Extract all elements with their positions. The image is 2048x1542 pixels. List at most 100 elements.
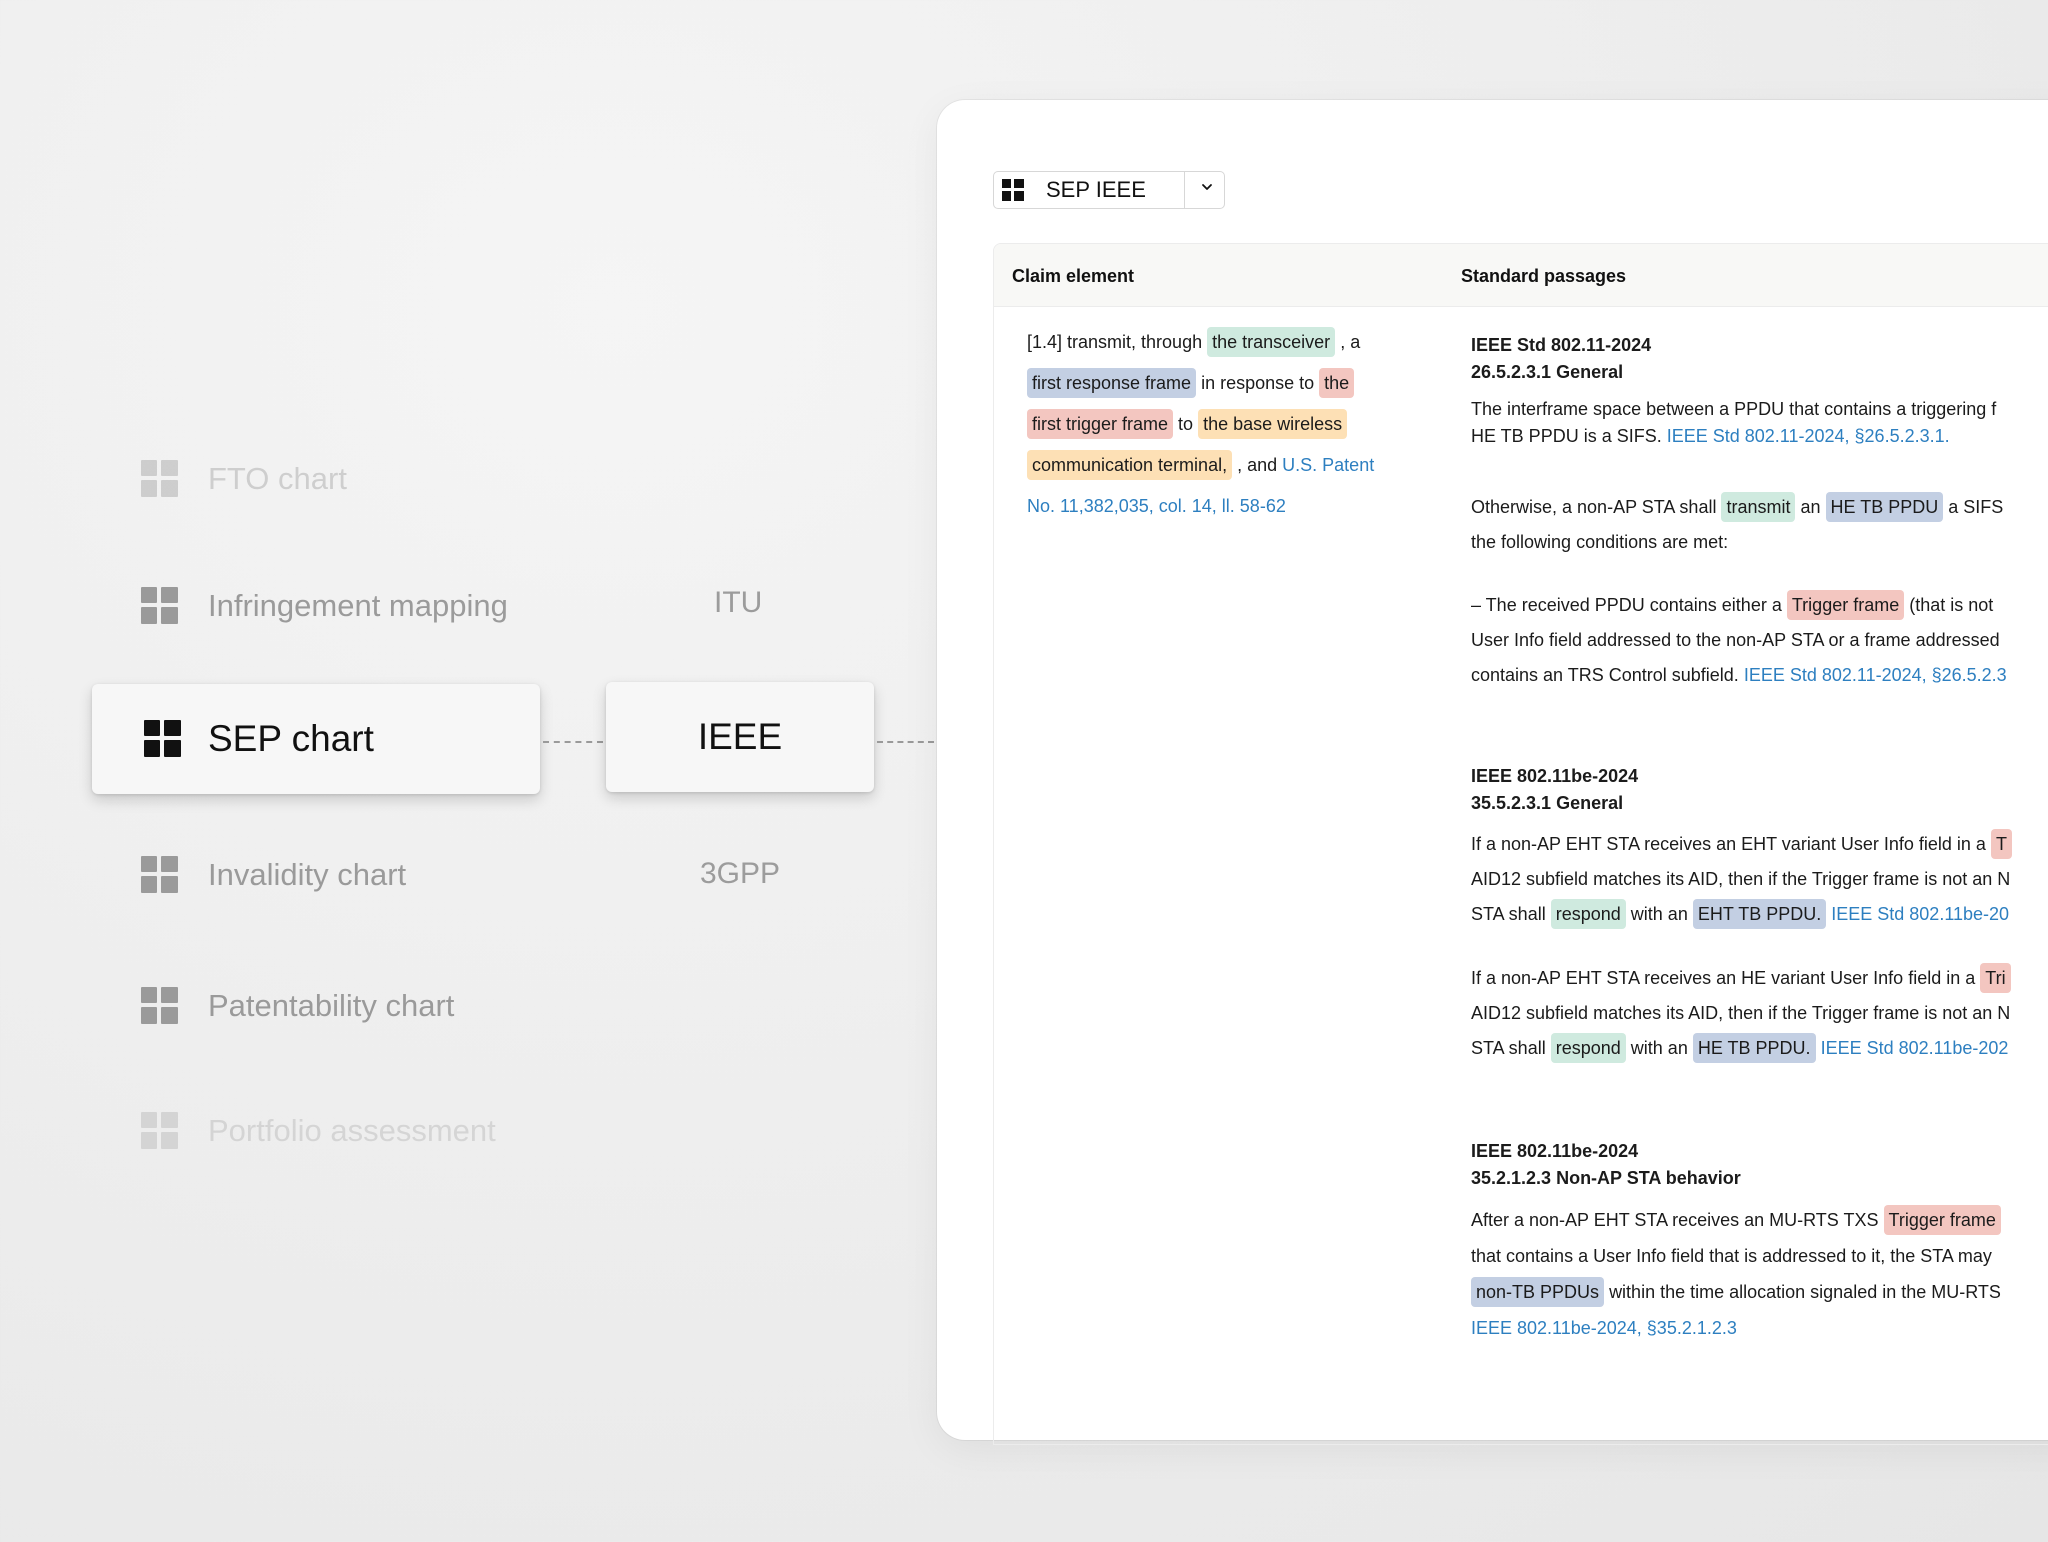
section-title: IEEE 802.11be-2024 <box>1471 766 1639 786</box>
column-header-standard: Standard passages <box>1461 266 1627 286</box>
select-value: SEP IEEE <box>1046 177 1146 202</box>
highlight-term[interactable]: T <box>1990 829 2012 859</box>
citation-link[interactable]: IEEE Std 802.11-2024, §26.5.2.3.1. <box>1667 426 1950 446</box>
section-subtitle: 35.5.2.3.1 General <box>1471 793 1624 813</box>
passage-text: HE TB PPDU is a SIFS. <box>1471 426 1662 446</box>
passage-paragraph: The interframe space between a PPDU that… <box>1471 396 1996 450</box>
standard-section: IEEE 802.11be-2024 35.2.1.2.3 Non-AP STA… <box>1471 1138 1741 1192</box>
connector-line <box>543 741 603 743</box>
highlight-term[interactable]: Trigger frame <box>1883 1205 2001 1235</box>
highlight-term[interactable]: respond <box>1550 1033 1626 1063</box>
passage-text: AID12 subfield matches its AID, then if … <box>1471 1003 2011 1023</box>
passage-paragraph: If a non-AP EHT STA receives an EHT vari… <box>1471 827 2012 932</box>
chart-panel: SEP IEEE Claim element Standard passages… <box>937 100 2048 1445</box>
passage-text: – The received PPDU contains either a <box>1471 595 1782 615</box>
passage-text: a SIFS <box>1948 497 2004 517</box>
passage-text: If a non-AP EHT STA receives an HE varia… <box>1471 968 1976 988</box>
highlight-term[interactable]: Trigger frame <box>1786 590 1905 620</box>
passage-text: with an <box>1630 1038 1688 1058</box>
menu-item-label: Infringement mapping <box>208 587 508 623</box>
highlight-term[interactable]: non-TB PPDUs <box>1471 1277 1605 1307</box>
standard-label: IEEE <box>697 716 783 757</box>
passage-text: Otherwise, a non-AP STA shall <box>1471 497 1717 517</box>
passage-paragraph: – The received PPDU contains either a Tr… <box>1471 588 2007 693</box>
passage-text: AID12 subfield matches its AID, then if … <box>1471 869 2011 889</box>
highlight-term[interactable]: EHT TB PPDU. <box>1692 899 1827 929</box>
standard-itu[interactable]: ITU <box>714 586 762 620</box>
grid-icon <box>141 587 178 624</box>
citation-link[interactable]: No. 11,382,035, col. 14, ll. 58-62 <box>1027 496 1286 516</box>
passage-text: with an <box>1630 904 1688 924</box>
section-title: IEEE 802.11be-2024 <box>1471 1141 1639 1161</box>
menu-item-label: Patentability chart <box>208 987 455 1023</box>
citation-link[interactable]: IEEE Std 802.11be-20 <box>1831 904 2009 924</box>
highlight-term[interactable]: the <box>1319 368 1355 398</box>
chevron-down-icon[interactable] <box>1200 180 1214 194</box>
passage-text: an <box>1800 497 1821 517</box>
menu-item-sep-chart[interactable]: SEP chart <box>92 684 540 794</box>
passage-text: contains an TRS Control subfield. <box>1471 665 1739 685</box>
highlight-term[interactable]: respond <box>1550 899 1626 929</box>
menu-item-invalidity-chart[interactable]: Invalidity chart <box>141 856 406 893</box>
select-divider <box>1184 172 1185 208</box>
passage-text: If a non-AP EHT STA receives an EHT vari… <box>1471 834 1986 854</box>
menu-item-portfolio-assessment[interactable]: Portfolio assessment <box>141 1112 496 1149</box>
menu-item-patentability-chart[interactable]: Patentability chart <box>141 987 454 1024</box>
section-subtitle: 26.5.2.3.1 General <box>1471 362 1624 382</box>
claim-text: , and <box>1237 455 1278 475</box>
standard-ieee[interactable]: IEEE <box>606 682 874 792</box>
grid-icon <box>141 856 178 893</box>
passage-text: The interframe space between a PPDU that… <box>1471 399 1997 419</box>
passage-text: within the time allocation signaled in t… <box>1609 1282 2001 1302</box>
highlight-term[interactable]: communication terminal, <box>1027 450 1233 480</box>
grid-icon <box>141 987 178 1024</box>
menu-item-label: FTO chart <box>208 460 347 496</box>
claim-chart-table: Claim element Standard passages [1.4] tr… <box>993 243 2048 1445</box>
citation-link[interactable]: IEEE Std 802.11-2024, §26.5.2.3 <box>1744 665 2007 685</box>
passage-text: the following conditions are met: <box>1471 532 1729 552</box>
highlight-term[interactable]: the base wireless <box>1198 409 1348 439</box>
highlight-term[interactable]: first response frame <box>1027 368 1197 398</box>
chart-type-select[interactable]: SEP IEEE <box>993 171 1225 209</box>
claim-text: in response to <box>1201 373 1315 393</box>
grid-icon <box>141 1112 178 1149</box>
passage-text: that contains a User Info field that is … <box>1471 1246 1992 1266</box>
passage-paragraph: After a non-AP EHT STA receives an MU-RT… <box>1471 1202 2001 1346</box>
menu-item-label: Invalidity chart <box>208 856 407 892</box>
standard-section: IEEE Std 802.11-2024 26.5.2.3.1 General <box>1471 332 1651 386</box>
menu-item-label: Portfolio assessment <box>208 1112 496 1148</box>
claim-text: , a <box>1340 332 1361 352</box>
claim-text: [1.4] transmit, through <box>1027 332 1203 352</box>
table-header: Claim element Standard passages <box>994 244 2048 307</box>
highlight-term[interactable]: HE TB PPDU <box>1825 492 1944 522</box>
highlight-term[interactable]: transmit <box>1721 492 1796 522</box>
grid-icon <box>144 720 182 758</box>
citation-link[interactable]: IEEE 802.11be-2024, §35.2.1.2.3 <box>1471 1310 2001 1346</box>
passage-text: STA shall <box>1471 904 1546 924</box>
highlight-term[interactable]: HE TB PPDU. <box>1692 1033 1816 1063</box>
citation-link[interactable]: IEEE Std 802.11be-202 <box>1821 1038 2009 1058</box>
citation-link[interactable]: U.S. Patent <box>1282 455 1374 475</box>
highlight-term[interactable]: first trigger frame <box>1027 409 1174 439</box>
claim-text: to <box>1178 414 1194 434</box>
passage-text: User Info field addressed to the non-AP … <box>1471 630 2000 650</box>
section-subtitle: 35.2.1.2.3 Non-AP STA behavior <box>1471 1168 1741 1188</box>
passage-text: After a non-AP EHT STA receives an MU-RT… <box>1471 1210 1879 1230</box>
passage-paragraph: Otherwise, a non-AP STA shall transmit a… <box>1471 490 2003 560</box>
grid-icon <box>141 460 178 497</box>
menu-item-infringement-mapping[interactable]: Infringement mapping <box>141 587 508 624</box>
standard-3gpp[interactable]: 3GPP <box>700 857 780 891</box>
menu-item-fto-chart[interactable]: FTO chart <box>141 460 347 497</box>
standard-section: IEEE 802.11be-2024 35.5.2.3.1 General <box>1471 763 1638 817</box>
section-title: IEEE Std 802.11-2024 <box>1471 335 1652 355</box>
menu-item-label: SEP chart <box>208 718 374 759</box>
highlight-term[interactable]: Tri <box>1980 963 2011 993</box>
claim-element-cell: [1.4] transmit, through the transceiver … <box>1027 322 1417 527</box>
grid-icon <box>1002 179 1024 201</box>
connector-line <box>877 741 934 743</box>
column-header-claim: Claim element <box>1012 266 1135 286</box>
passage-text: (that is not <box>1909 595 1994 615</box>
passage-text: STA shall <box>1471 1038 1546 1058</box>
passage-paragraph: If a non-AP EHT STA receives an HE varia… <box>1471 961 2011 1066</box>
highlight-term[interactable]: the transceiver <box>1207 327 1336 357</box>
